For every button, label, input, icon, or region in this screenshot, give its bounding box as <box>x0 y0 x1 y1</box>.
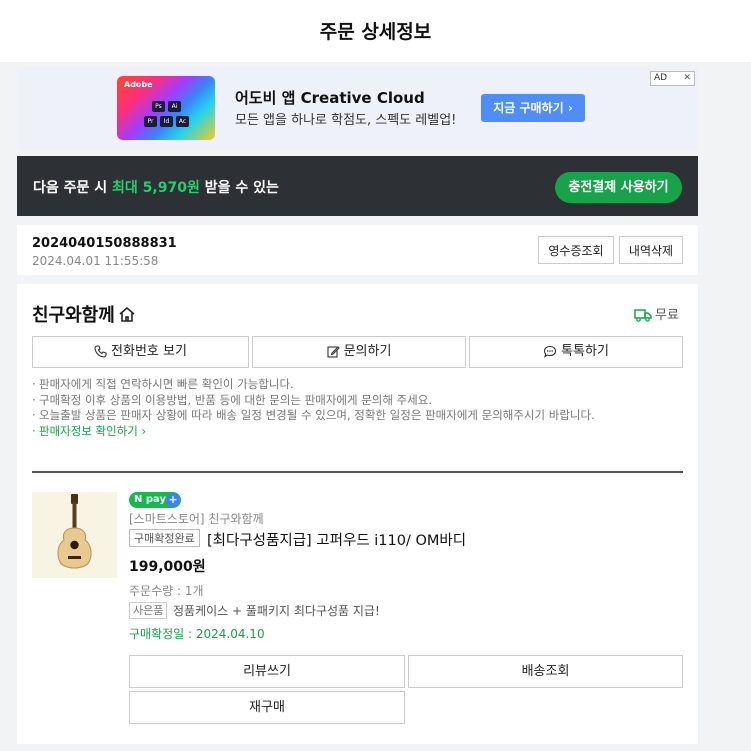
close-icon[interactable]: ✕ <box>683 72 691 85</box>
npay-badge: N pay + <box>129 492 181 508</box>
product-image[interactable] <box>32 492 117 578</box>
status-badge: 구매확정완료 <box>129 529 200 547</box>
edit-icon <box>327 346 340 358</box>
receipt-button[interactable]: 영수증조회 <box>538 236 614 264</box>
store-name[interactable]: [스마트스토어] 친구와함께 <box>129 510 264 527</box>
promo-text-before: 다음 주문 시 <box>33 180 113 196</box>
ad-buy-button[interactable]: 지금 구매하기 › <box>481 94 585 122</box>
notice-item: 구매확정 이후 상품의 이용방법, 반품 등에 대한 문의는 판매자에게 문의해… <box>32 393 687 409</box>
notice-item: 오늘출발 상품은 판매자 상황에 따라 배송 일정 변경될 수 있으며, 정확한… <box>32 408 687 424</box>
ad-badge[interactable]: AD ✕ <box>650 71 695 86</box>
store-home-icon[interactable] <box>118 306 136 323</box>
talk-button[interactable]: 톡톡하기 <box>469 336 683 368</box>
ai-app-icon: Ai <box>168 101 181 112</box>
promo-banner: 다음 주문 시 최대 5,970원 받을 수 있는 충전결제 사용하기 <box>17 156 698 216</box>
order-date: 2024.04.01 11:55:58 <box>32 254 159 268</box>
section-divider <box>32 471 683 473</box>
order-quantity: 주문수량 : 1개 <box>129 584 204 598</box>
delete-history-button[interactable]: 내역삭제 <box>619 236 683 264</box>
talk-button-label: 톡톡하기 <box>561 344 609 359</box>
page-header: 주문 상세정보 <box>0 0 751 62</box>
seller-name-text: 친구와함께 <box>32 305 115 326</box>
id-app-icon: Id <box>160 116 173 127</box>
delivery-fee: 무료 <box>634 304 679 323</box>
ad-image[interactable]: Adobe Ps Ai Pr Id Ac <box>117 76 215 140</box>
pr-app-icon: Pr <box>144 116 157 127</box>
truck-icon <box>634 309 652 322</box>
reorder-button[interactable]: 재구매 <box>129 691 405 724</box>
order-card: 친구와함께 무료 전화번호 보기 문의하기 톡톡하기 판매자에게 직접 연락하시… <box>17 284 698 744</box>
chat-icon <box>544 345 557 358</box>
product-name[interactable]: [최다구성품지급] 고퍼우드 i110/ OM바디 <box>207 529 466 550</box>
ad-subtitle[interactable]: 모든 앱을 하나로 학점도, 스펙도 레벨업! <box>235 109 456 128</box>
gift-text: 정품케이스 + 풀패키지 최다구성품 지급! <box>173 604 380 618</box>
gift-badge: 사은품 <box>129 602 168 619</box>
promo-highlight: 최대 5,970원 <box>112 180 200 196</box>
acrobat-app-icon: Ac <box>176 116 189 127</box>
inquiry-button[interactable]: 문의하기 <box>252 336 466 368</box>
inquiry-button-label: 문의하기 <box>343 344 392 359</box>
delivery-fee-text: 무료 <box>655 308 679 323</box>
seller-notices: 판매자에게 직접 연락하시면 빠른 확인이 가능합니다. 구매확정 이후 상품의… <box>32 377 687 439</box>
charge-pay-button[interactable]: 충전결제 사용하기 <box>555 172 682 203</box>
confirm-date: 구매확정일 : 2024.04.10 <box>129 627 265 641</box>
ad-title[interactable]: 어도비 앱 Creative Cloud <box>235 87 425 108</box>
seller-info-link[interactable]: 판매자정보 확인하기 › <box>32 424 687 440</box>
review-button[interactable]: 리뷰쓰기 <box>129 655 405 688</box>
order-info: 2024040150888831 2024.04.01 11:55:58 영수증… <box>17 225 698 275</box>
plus-icon: + <box>166 493 180 507</box>
ps-app-icon: Ps <box>152 101 165 112</box>
phone-icon <box>94 345 107 358</box>
page-title: 주문 상세정보 <box>319 21 432 43</box>
phone-button-label: 전화번호 보기 <box>111 344 187 359</box>
notice-item: 판매자에게 직접 연락하시면 빠른 확인이 가능합니다. <box>32 377 687 393</box>
promo-text-after: 받을 수 있는 <box>199 180 279 196</box>
ad-label: AD <box>654 73 668 83</box>
product-price: 199,000원 <box>129 559 206 575</box>
ad-banner[interactable]: Adobe Ps Ai Pr Id Ac 어도비 앱 Creative Clou… <box>17 67 698 150</box>
ad-image-brand: Adobe <box>124 80 153 89</box>
tracking-button[interactable]: 배송조회 <box>408 655 683 688</box>
seller-name[interactable]: 친구와함께 <box>32 301 136 327</box>
guitar-image <box>57 494 92 569</box>
promo-text: 다음 주문 시 최대 5,970원 받을 수 있는 <box>33 177 279 197</box>
npay-label: N pay <box>134 494 166 505</box>
order-number: 2024040150888831 <box>32 236 177 251</box>
phone-button[interactable]: 전화번호 보기 <box>32 336 249 368</box>
